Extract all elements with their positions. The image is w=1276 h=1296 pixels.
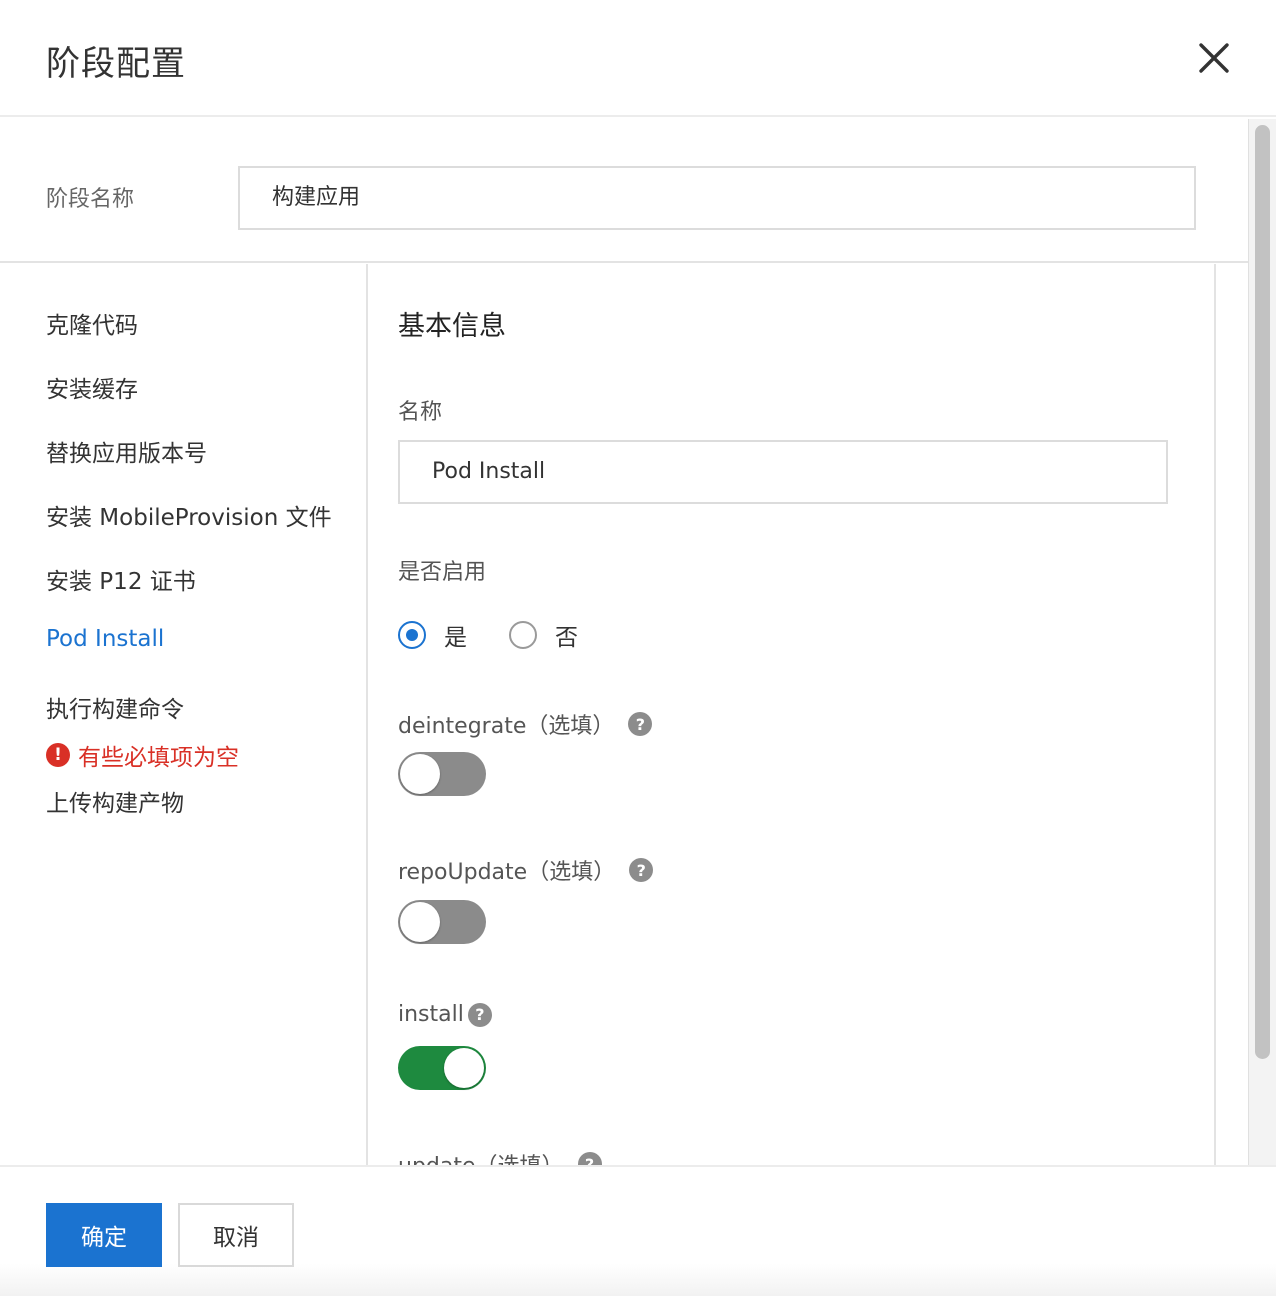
- stage-name-label: 阶段名称: [46, 187, 135, 212]
- enabled-label: 是否启用: [398, 554, 486, 586]
- toggle-knob: [444, 1048, 484, 1088]
- update-label-text: update（选填）: [398, 1148, 564, 1165]
- deintegrate-toggle[interactable]: [398, 752, 486, 796]
- section-title: 基本信息: [398, 311, 506, 342]
- question-circle-icon[interactable]: ?: [628, 712, 653, 736]
- step-build-command[interactable]: 执行构建命令: [46, 690, 184, 724]
- stage-name-input[interactable]: 构建应用: [238, 166, 1196, 230]
- radio-no-label: 否: [555, 625, 578, 651]
- step-install-p12[interactable]: 安装 P12 证书: [46, 562, 196, 596]
- toggle-knob: [400, 902, 440, 942]
- step-error-message: ! 有些必填项为空: [46, 738, 239, 772]
- scrollbar[interactable]: [1248, 119, 1276, 1165]
- question-circle-icon[interactable]: ?: [629, 858, 654, 882]
- enabled-label-text: 是否启用: [398, 560, 487, 585]
- step-upload-artifacts[interactable]: 上传构建产物: [46, 784, 184, 818]
- close-icon-glyph: [1199, 43, 1229, 73]
- repo-update-label-text: repoUpdate（选填）: [398, 860, 616, 885]
- name-label-text: 名称: [398, 400, 443, 425]
- question-circle-icon[interactable]: ?: [577, 1152, 602, 1165]
- step-install-cache[interactable]: 安装缓存: [46, 370, 138, 404]
- dialog-header: 阶段配置: [0, 0, 1276, 117]
- install-label-text: install: [398, 1002, 464, 1027]
- radio-no[interactable]: 否: [509, 618, 578, 652]
- dialog-footer: 确定 取消: [0, 1165, 1276, 1296]
- step-name-input[interactable]: Pod Install: [398, 440, 1168, 504]
- close-icon[interactable]: [1194, 38, 1234, 78]
- radio-unchecked-icon: [509, 621, 537, 649]
- radio-checked-icon: [398, 621, 426, 649]
- toggle-knob: [400, 754, 440, 794]
- deintegrate-label-text: deintegrate（选填）: [398, 714, 615, 739]
- step-clone-code[interactable]: 克隆代码: [46, 306, 138, 340]
- dialog-title: 阶段配置: [46, 44, 186, 84]
- stage-name-row: 阶段名称 构建应用: [0, 119, 1248, 263]
- question-circle-icon[interactable]: ?: [467, 1002, 492, 1027]
- update-label: update（选填） ?: [398, 1148, 602, 1165]
- repo-update-label: repoUpdate（选填） ?: [398, 854, 654, 886]
- radio-yes[interactable]: 是: [398, 618, 467, 652]
- confirm-button[interactable]: 确定: [46, 1203, 162, 1267]
- step-pod-install[interactable]: Pod Install: [46, 626, 164, 652]
- install-toggle[interactable]: [398, 1046, 486, 1090]
- radio-yes-label: 是: [444, 625, 467, 651]
- steps-nav: 克隆代码 安装缓存 替换应用版本号 安装 MobileProvision 文件 …: [0, 264, 368, 1165]
- deintegrate-label: deintegrate（选填） ?: [398, 708, 653, 740]
- cancel-button[interactable]: 取消: [178, 1203, 294, 1267]
- install-label: install ?: [398, 1002, 492, 1027]
- enabled-radio-group: 是 否: [398, 618, 620, 652]
- name-label: 名称: [398, 394, 442, 426]
- step-error-text: 有些必填项为空: [78, 745, 239, 771]
- exclamation-circle-icon: !: [46, 743, 70, 767]
- step-config-panel: 基本信息 名称 Pod Install 是否启用 是 否 deintegrate…: [370, 264, 1216, 1165]
- dialog-body: 阶段名称 构建应用 克隆代码 安装缓存 替换应用版本号 安装 MobilePro…: [0, 119, 1248, 1165]
- repo-update-toggle[interactable]: [398, 900, 486, 944]
- step-install-mobileprovision[interactable]: 安装 MobileProvision 文件: [46, 498, 332, 532]
- step-replace-version[interactable]: 替换应用版本号: [46, 434, 207, 468]
- scrollbar-thumb[interactable]: [1255, 125, 1270, 1059]
